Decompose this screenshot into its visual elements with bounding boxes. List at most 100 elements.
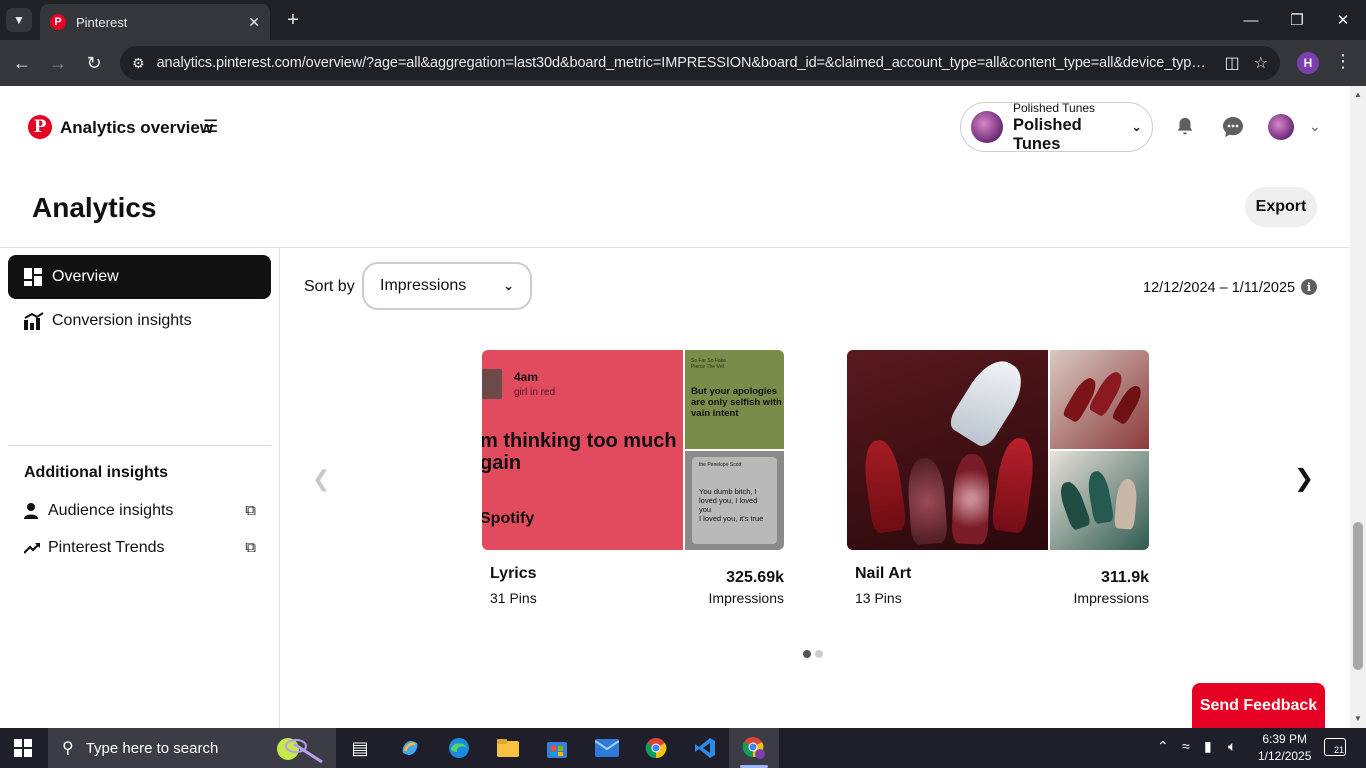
app-header: P Analytics overview ☰ Polished Tunes Po… [0, 86, 1350, 170]
sort-by-select[interactable]: Impressions ⌄ [362, 262, 532, 310]
sidebar-link-label: Audience insights [48, 502, 174, 519]
song-info-small: So Far So Fake Pierce The Veil [691, 358, 727, 370]
account-name: Polished Tunes [1013, 115, 1082, 153]
board-cover-top-right: So Far So Fake Pierce The Veil But your … [685, 350, 784, 449]
page-title: Analytics [32, 192, 157, 223]
browser-profile-avatar[interactable]: H [1297, 52, 1319, 74]
board-card-lyrics[interactable]: 4am girl in red m thinking too much gain… [482, 350, 784, 606]
battery-icon[interactable]: ▮ [1204, 738, 1212, 755]
windows-taskbar: ⚲ Type here to search ▤ ⌃ ≈ ▮ 🔈︎ 6:39 PM… [0, 728, 1366, 768]
page-scrollbar[interactable]: ▲ ▼ [1350, 86, 1366, 728]
messages-icon[interactable] [1220, 114, 1246, 140]
song-title: 4am [514, 370, 539, 384]
wifi-icon[interactable]: ≈ [1182, 738, 1190, 754]
system-clock[interactable]: 6:39 PM 1/12/2025 [1258, 731, 1311, 765]
sidebar-link-audience-insights[interactable]: Audience insights ⧉ [24, 502, 256, 520]
board-impressions-value: 325.69k [726, 569, 784, 586]
chevron-down-icon: ⌄ [503, 278, 514, 293]
user-avatar[interactable] [1268, 114, 1294, 140]
browser-tab-bar: ▼ P Pinterest ✕ + — ❐ ✕ [0, 0, 1366, 40]
site-info-icon[interactable]: ⚙ [132, 55, 145, 72]
additional-insights-heading: Additional insights [24, 464, 168, 481]
restore-icon[interactable]: ❐ [1282, 8, 1312, 32]
account-switcher[interactable]: Polished Tunes Polished Tunes ⌄ [960, 100, 1153, 153]
sidebar-link-label: Pinterest Trends [48, 539, 165, 556]
mail-icon[interactable] [593, 734, 621, 762]
sidebar-item-overview[interactable]: Overview [8, 255, 271, 299]
spotify-logo: Spotify [482, 510, 535, 527]
board-metric-label: Impressions [1073, 590, 1149, 606]
tab-search-button[interactable]: ▼ [6, 8, 32, 32]
external-link-icon: ⧉ [245, 539, 256, 556]
export-button[interactable]: Export [1245, 187, 1317, 227]
pinterest-favicon-icon: P [50, 14, 66, 30]
tab-close-icon[interactable]: ✕ [248, 14, 260, 31]
notifications-bell-icon[interactable] [1172, 114, 1198, 140]
board-cover-images[interactable] [847, 350, 1149, 550]
minimize-icon[interactable]: — [1236, 8, 1266, 32]
install-app-icon[interactable]: ◫ [1225, 53, 1240, 73]
chrome-icon[interactable] [642, 734, 670, 762]
browser-menu-icon[interactable]: ⋮ [1334, 51, 1352, 72]
dashboard-icon [24, 268, 44, 286]
header-title[interactable]: Analytics overview [60, 118, 213, 138]
scroll-down-icon[interactable]: ▼ [1353, 714, 1363, 723]
account-avatar [971, 111, 1003, 143]
forward-icon[interactable]: → [46, 51, 70, 75]
volume-icon[interactable]: 🔈︎ [1228, 738, 1236, 755]
reload-icon[interactable]: ↻ [82, 51, 106, 75]
browser-toolbar: ← → ↻ ⚙ analytics.pinterest.com/overview… [0, 40, 1366, 86]
task-view-icon[interactable]: ▤ [346, 734, 374, 762]
url-text[interactable]: analytics.pinterest.com/overview/?age=al… [157, 55, 1211, 71]
edge-icon[interactable] [445, 734, 473, 762]
bookmark-star-icon[interactable]: ☆ [1254, 53, 1268, 73]
back-icon[interactable]: ← [10, 51, 34, 75]
file-explorer-icon[interactable] [494, 734, 522, 762]
song-artist: girl in red [514, 387, 556, 398]
nail-art-photo-bottom-right [1050, 451, 1149, 550]
carousel-next-icon[interactable]: ❯ [1294, 464, 1314, 493]
microsoft-store-icon[interactable] [543, 734, 571, 762]
board-metric-label: Impressions [708, 590, 784, 606]
account-label: Polished Tunes [1013, 100, 1096, 115]
notification-center-icon[interactable]: 21 [1324, 738, 1346, 756]
board-cover-images[interactable]: 4am girl in red m thinking too much gain… [482, 350, 784, 550]
sidebar-item-label: Overview [52, 268, 119, 285]
board-cover-bottom-right: the Penelope Scott You dumb bitch, I lov… [685, 451, 784, 550]
send-feedback-button[interactable]: Send Feedback [1192, 683, 1325, 728]
person-icon [24, 503, 40, 519]
browser-tab[interactable]: P Pinterest ✕ [40, 4, 270, 40]
board-name[interactable]: Nail Art [855, 565, 911, 583]
windows-start-icon[interactable] [14, 739, 32, 757]
info-icon[interactable]: i [1301, 279, 1317, 295]
account-menu-chevron-icon[interactable]: ⌄ [1309, 118, 1321, 135]
clock-time: 6:39 PM [1262, 732, 1308, 746]
copilot-icon[interactable] [396, 734, 424, 762]
clock-date: 1/12/2025 [1258, 749, 1312, 763]
tray-overflow-icon[interactable]: ⌃ [1157, 738, 1169, 755]
pinterest-logo-icon[interactable]: P [28, 115, 52, 139]
board-name[interactable]: Lyrics [490, 565, 537, 583]
board-pin-count: 31 Pins [490, 590, 537, 606]
window-close-icon[interactable]: ✕ [1328, 8, 1358, 32]
nail-art-photo-top-right [1050, 350, 1149, 449]
hamburger-menu-icon[interactable]: ☰ [203, 117, 218, 137]
new-tab-icon[interactable]: + [282, 8, 304, 32]
carousel-pagination [803, 650, 823, 658]
board-cover-main: 4am girl in red m thinking too much gain… [482, 350, 683, 550]
address-bar[interactable]: ⚙ analytics.pinterest.com/overview/?age=… [120, 46, 1280, 80]
carousel-prev-icon[interactable]: ❮ [312, 466, 330, 492]
scroll-thumb[interactable] [1353, 522, 1363, 670]
vscode-icon[interactable] [691, 734, 719, 762]
sidebar-item-conversion-insights[interactable]: Conversion insights [8, 299, 271, 343]
board-impressions-value: 311.9k [1100, 569, 1149, 586]
carousel-dot[interactable] [815, 650, 823, 658]
sidebar-divider [8, 445, 271, 446]
carousel-dot[interactable] [803, 650, 811, 658]
chrome-profile-icon[interactable] [740, 734, 768, 762]
scroll-up-icon[interactable]: ▲ [1353, 90, 1363, 99]
sidebar-link-pinterest-trends[interactable]: Pinterest Trends ⧉ [24, 539, 256, 557]
taskbar-search[interactable]: ⚲ Type here to search [48, 728, 336, 768]
board-pin-count: 13 Pins [855, 590, 902, 606]
board-card-nail-art[interactable]: Nail Art 13 Pins 311.9k Impressions [847, 350, 1149, 606]
